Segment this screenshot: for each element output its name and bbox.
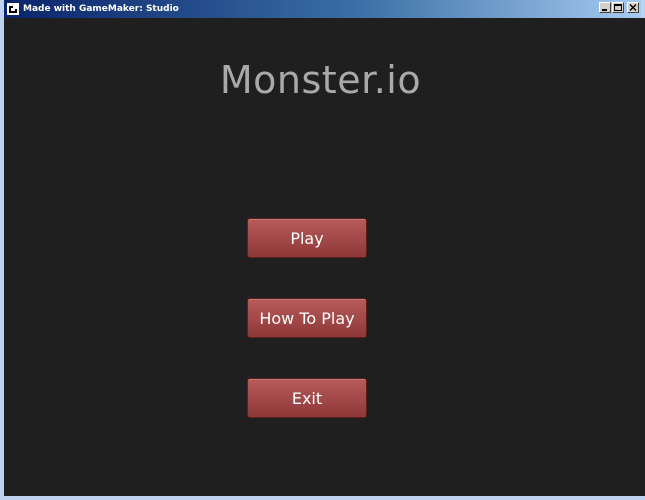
minimize-icon: [602, 9, 607, 11]
app-window: Made with GameMaker: Studio Monster.io P…: [0, 0, 645, 500]
maximize-button[interactable]: [612, 2, 624, 13]
gamemaker-icon: [7, 3, 19, 15]
close-button[interactable]: [627, 2, 639, 13]
play-button[interactable]: Play: [247, 218, 367, 258]
minimize-button[interactable]: [599, 2, 611, 13]
maximize-icon: [614, 4, 622, 11]
game-title: Monster.io: [219, 58, 422, 102]
window-title: Made with GameMaker: Studio: [23, 4, 179, 14]
exit-button[interactable]: Exit: [247, 378, 367, 418]
game-canvas[interactable]: Monster.io Play How To Play Exit: [8, 18, 645, 496]
how-to-play-button[interactable]: How To Play: [247, 298, 367, 338]
close-icon: [629, 4, 637, 11]
title-bar[interactable]: Made with GameMaker: Studio: [4, 0, 641, 18]
window-controls: [599, 2, 639, 13]
